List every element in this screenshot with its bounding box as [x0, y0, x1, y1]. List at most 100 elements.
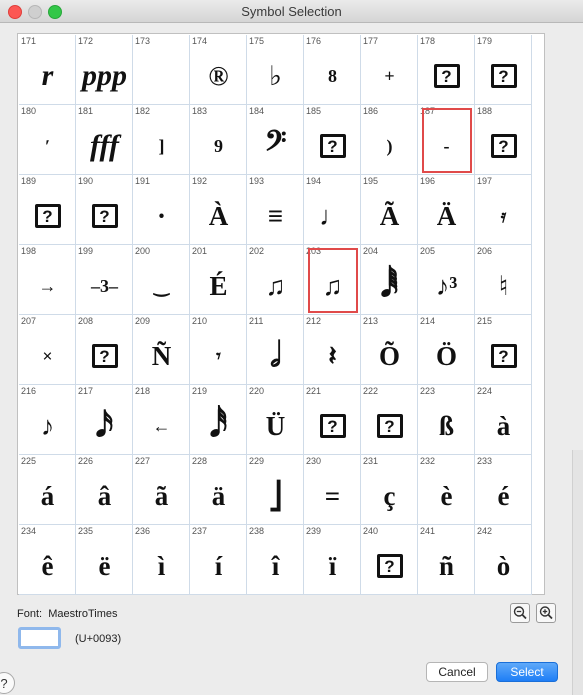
symbol-cell-237[interactable]: 237 í [190, 525, 247, 595]
symbol-cell-206[interactable]: 206 ♮ [475, 245, 532, 315]
symbol-cell-191[interactable]: 191 · [133, 175, 190, 245]
symbol-cell-212[interactable]: 212 𝄽 [304, 315, 361, 385]
symbol-cell-217[interactable]: 217 𝅘𝅥𝅯 [76, 385, 133, 455]
symbol-cell-236[interactable]: 236 ì [133, 525, 190, 595]
symbol-cell-199[interactable]: 199 –3– [76, 245, 133, 315]
missing-glyph-icon: ? [475, 49, 531, 103]
symbol-code: 224 [477, 386, 493, 396]
symbol-cell-171[interactable]: 171 r [19, 35, 76, 105]
symbol-cell-202[interactable]: 202 ♫ [247, 245, 304, 315]
symbol-cell-242[interactable]: 242 ò [475, 525, 532, 595]
symbol-code: 199 [78, 246, 94, 256]
symbol-cell-231[interactable]: 231 ç [361, 455, 418, 525]
symbol-cell-182[interactable]: 182] [133, 105, 190, 175]
symbol-cell-175[interactable]: 175 ♭ [247, 35, 304, 105]
symbol-glyph: ì [157, 550, 166, 581]
zoom-out-button[interactable] [510, 603, 530, 623]
symbol-cell-200[interactable]: 200 ‿ [133, 245, 190, 315]
symbol-cell-233[interactable]: 233 é [475, 455, 532, 525]
symbol-code: 227 [135, 456, 151, 466]
symbol-cell-229[interactable]: 229 ⎦ [247, 455, 304, 525]
symbol-cell-239[interactable]: 239 ï [304, 525, 361, 595]
symbol-cell-235[interactable]: 235 ë [76, 525, 133, 595]
symbol-cell-223[interactable]: 223 ß [418, 385, 475, 455]
symbol-cell-194[interactable]: 194 ♩ [304, 175, 361, 245]
symbol-cell-210[interactable]: 210 𝄾 [190, 315, 247, 385]
symbol-code: 239 [306, 526, 322, 536]
symbol-cell-227[interactable]: 227 ã [133, 455, 190, 525]
symbol-cell-181[interactable]: 181 fff [76, 105, 133, 175]
symbol-cell-179[interactable]: 179? [475, 35, 532, 105]
symbol-code: 171 [21, 36, 37, 46]
symbol-cell-226[interactable]: 226 â [76, 455, 133, 525]
cancel-button[interactable]: Cancel [426, 662, 488, 682]
symbol-cell-190[interactable]: 190? [76, 175, 133, 245]
symbol-glyph: í [214, 550, 223, 581]
symbol-cell-174[interactable]: 174 ® [190, 35, 247, 105]
symbol-code: 204 [363, 246, 379, 256]
symbol-cell-216[interactable]: 216 ♪ [19, 385, 76, 455]
zoom-in-button[interactable] [536, 603, 556, 623]
missing-glyph-box: ? [34, 204, 61, 228]
symbol-glyph: ã [154, 480, 169, 511]
symbol-cell-207[interactable]: 207 × [19, 315, 76, 385]
symbol-code: 235 [78, 526, 94, 536]
symbol-code: 202 [249, 246, 265, 256]
symbol-cell-238[interactable]: 238 î [247, 525, 304, 595]
symbol-cell-193[interactable]: 193 ≡ [247, 175, 304, 245]
symbol-cell-222[interactable]: 222? [361, 385, 418, 455]
missing-glyph-box: ? [490, 344, 517, 368]
symbol-cell-213[interactable]: 213 Õ [361, 315, 418, 385]
symbol-cell-218[interactable]: 218 ← [133, 385, 190, 455]
symbol-cell-221[interactable]: 221? [304, 385, 361, 455]
symbol-cell-220[interactable]: 220 Ü [247, 385, 304, 455]
symbol-cell-192[interactable]: 192 À [190, 175, 247, 245]
symbol-cell-215[interactable]: 215? [475, 315, 532, 385]
symbol-code: 178 [420, 36, 436, 46]
symbol-cell-189[interactable]: 189? [19, 175, 76, 245]
symbol-cell-185[interactable]: 185? [304, 105, 361, 175]
symbol-cell-178[interactable]: 178? [418, 35, 475, 105]
symbol-cell-196[interactable]: 196 Ä [418, 175, 475, 245]
symbol-cell-240[interactable]: 240? [361, 525, 418, 595]
symbol-cell-183[interactable]: 183 9 [190, 105, 247, 175]
symbol-cell-230[interactable]: 230 = [304, 455, 361, 525]
title-bar: Symbol Selection [0, 0, 583, 23]
symbol-preview-field[interactable] [18, 627, 61, 649]
symbol-cell-241[interactable]: 241 ñ [418, 525, 475, 595]
symbol-code: 185 [306, 106, 322, 116]
symbol-cell-232[interactable]: 232 è [418, 455, 475, 525]
symbol-glyph: 𝅘𝅥𝅰 [209, 407, 228, 444]
symbol-cell-214[interactable]: 214 Ö [418, 315, 475, 385]
symbol-cell-224[interactable]: 224 à [475, 385, 532, 455]
symbol-cell-219[interactable]: 219 𝅘𝅥𝅰 [190, 385, 247, 455]
symbol-cell-208[interactable]: 208? [76, 315, 133, 385]
symbol-cell-188[interactable]: 188? [475, 105, 532, 175]
symbol-glyph: Ü [265, 410, 286, 441]
symbol-cell-172[interactable]: 172 ppp [76, 35, 133, 105]
symbol-glyph: 𝄢 [264, 127, 287, 164]
symbol-cell-204[interactable]: 204 𝅘𝅥𝅱 [361, 245, 418, 315]
symbol-code: 232 [420, 456, 436, 466]
symbol-cell-198[interactable]: 198 → [19, 245, 76, 315]
symbol-cell-195[interactable]: 195 Ã [361, 175, 418, 245]
symbol-cell-186[interactable]: 186) [361, 105, 418, 175]
symbol-glyph: + [384, 66, 395, 86]
symbol-cell-211[interactable]: 211 𝅗𝅥 [247, 315, 304, 385]
symbol-cell-184[interactable]: 184 𝄢 [247, 105, 304, 175]
symbol-cell-197[interactable]: 197 𝄿 [475, 175, 532, 245]
symbol-cell-225[interactable]: 225 á [19, 455, 76, 525]
select-button[interactable]: Select [496, 662, 558, 682]
zoom-out-icon [513, 606, 527, 620]
symbol-cell-205[interactable]: 205 ♪³ [418, 245, 475, 315]
symbol-cell-234[interactable]: 234 ê [19, 525, 76, 595]
help-button[interactable]: ? [0, 672, 15, 694]
symbol-glyph: 9 [214, 136, 223, 156]
symbol-cell-209[interactable]: 209 Ñ [133, 315, 190, 385]
symbol-cell-173[interactable]: 173 [133, 35, 190, 105]
symbol-cell-201[interactable]: 201 É [190, 245, 247, 315]
symbol-cell-180[interactable]: 180 ʹ [19, 105, 76, 175]
symbol-cell-228[interactable]: 228 ä [190, 455, 247, 525]
symbol-cell-176[interactable]: 176 8 [304, 35, 361, 105]
symbol-cell-177[interactable]: 177 + [361, 35, 418, 105]
